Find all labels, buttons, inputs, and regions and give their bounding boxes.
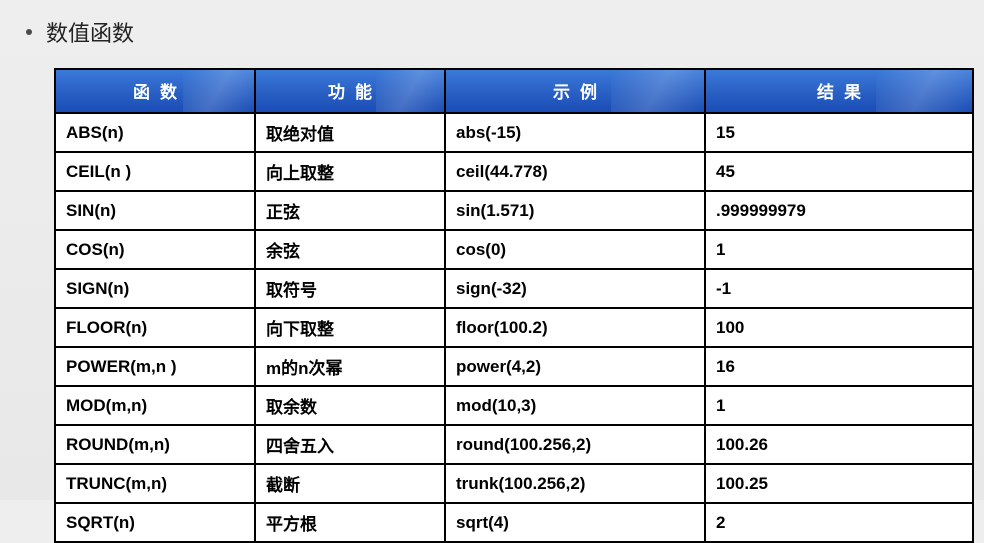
cell-result: 15	[705, 113, 973, 152]
table-header-row: 函数 功能 示例 结果	[55, 69, 973, 113]
cell-desc: 取余数	[255, 386, 445, 425]
cell-func: COS(n)	[55, 230, 255, 269]
cell-example: floor(100.2)	[445, 308, 705, 347]
cell-desc: 取符号	[255, 269, 445, 308]
cell-func: CEIL(n )	[55, 152, 255, 191]
cell-desc: 平方根	[255, 503, 445, 542]
table-row: POWER(m,n )m的n次幂power(4,2)16	[55, 347, 973, 386]
functions-table: 函数 功能 示例 结果 ABS(n)取绝对值abs(-15)15CEIL(n )…	[54, 68, 974, 543]
cell-result: 1	[705, 386, 973, 425]
cell-func: SQRT(n)	[55, 503, 255, 542]
cell-example: sign(-32)	[445, 269, 705, 308]
slide: 数值函数 函数 功能 示例 结果 ABS(n)取绝对值abs(-15)15CEI…	[0, 0, 984, 543]
cell-result: -1	[705, 269, 973, 308]
cell-result: 45	[705, 152, 973, 191]
cell-example: ceil(44.778)	[445, 152, 705, 191]
cell-result: .999999979	[705, 191, 973, 230]
cell-example: round(100.256,2)	[445, 425, 705, 464]
cell-result: 100.25	[705, 464, 973, 503]
col-header-result: 结果	[705, 69, 973, 113]
cell-example: abs(-15)	[445, 113, 705, 152]
table-row: CEIL(n )向上取整ceil(44.778)45	[55, 152, 973, 191]
cell-result: 1	[705, 230, 973, 269]
title-row: 数值函数	[26, 16, 964, 48]
cell-func: SIGN(n)	[55, 269, 255, 308]
page-title: 数值函数	[46, 16, 134, 48]
cell-desc: 取绝对值	[255, 113, 445, 152]
cell-func: POWER(m,n )	[55, 347, 255, 386]
table-row: TRUNC(m,n)截断trunk(100.256,2)100.25	[55, 464, 973, 503]
cell-desc: 截断	[255, 464, 445, 503]
table-row: SIN(n)正弦sin(1.571).999999979	[55, 191, 973, 230]
table-wrap: 函数 功能 示例 结果 ABS(n)取绝对值abs(-15)15CEIL(n )…	[54, 68, 972, 543]
cell-func: MOD(m,n)	[55, 386, 255, 425]
cell-result: 16	[705, 347, 973, 386]
table-row: SIGN(n)取符号sign(-32)-1	[55, 269, 973, 308]
cell-result: 100	[705, 308, 973, 347]
cell-func: ABS(n)	[55, 113, 255, 152]
cell-result: 2	[705, 503, 973, 542]
cell-desc: 向下取整	[255, 308, 445, 347]
cell-desc: 向上取整	[255, 152, 445, 191]
table-body: ABS(n)取绝对值abs(-15)15CEIL(n )向上取整ceil(44.…	[55, 113, 973, 542]
cell-example: sin(1.571)	[445, 191, 705, 230]
table-row: SQRT(n)平方根sqrt(4)2	[55, 503, 973, 542]
col-header-func: 函数	[55, 69, 255, 113]
cell-func: ROUND(m,n)	[55, 425, 255, 464]
cell-desc: 余弦	[255, 230, 445, 269]
bullet-icon	[26, 29, 32, 35]
cell-result: 100.26	[705, 425, 973, 464]
col-header-example: 示例	[445, 69, 705, 113]
cell-func: TRUNC(m,n)	[55, 464, 255, 503]
cell-desc: m的n次幂	[255, 347, 445, 386]
cell-example: mod(10,3)	[445, 386, 705, 425]
cell-func: SIN(n)	[55, 191, 255, 230]
table-row: ABS(n)取绝对值abs(-15)15	[55, 113, 973, 152]
cell-example: power(4,2)	[445, 347, 705, 386]
cell-desc: 正弦	[255, 191, 445, 230]
cell-func: FLOOR(n)	[55, 308, 255, 347]
table-row: COS(n)余弦cos(0)1	[55, 230, 973, 269]
table-row: ROUND(m,n)四舍五入round(100.256,2)100.26	[55, 425, 973, 464]
table-row: FLOOR(n)向下取整floor(100.2)100	[55, 308, 973, 347]
table-row: MOD(m,n)取余数mod(10,3)1	[55, 386, 973, 425]
cell-example: cos(0)	[445, 230, 705, 269]
col-header-desc: 功能	[255, 69, 445, 113]
cell-desc: 四舍五入	[255, 425, 445, 464]
cell-example: trunk(100.256,2)	[445, 464, 705, 503]
cell-example: sqrt(4)	[445, 503, 705, 542]
